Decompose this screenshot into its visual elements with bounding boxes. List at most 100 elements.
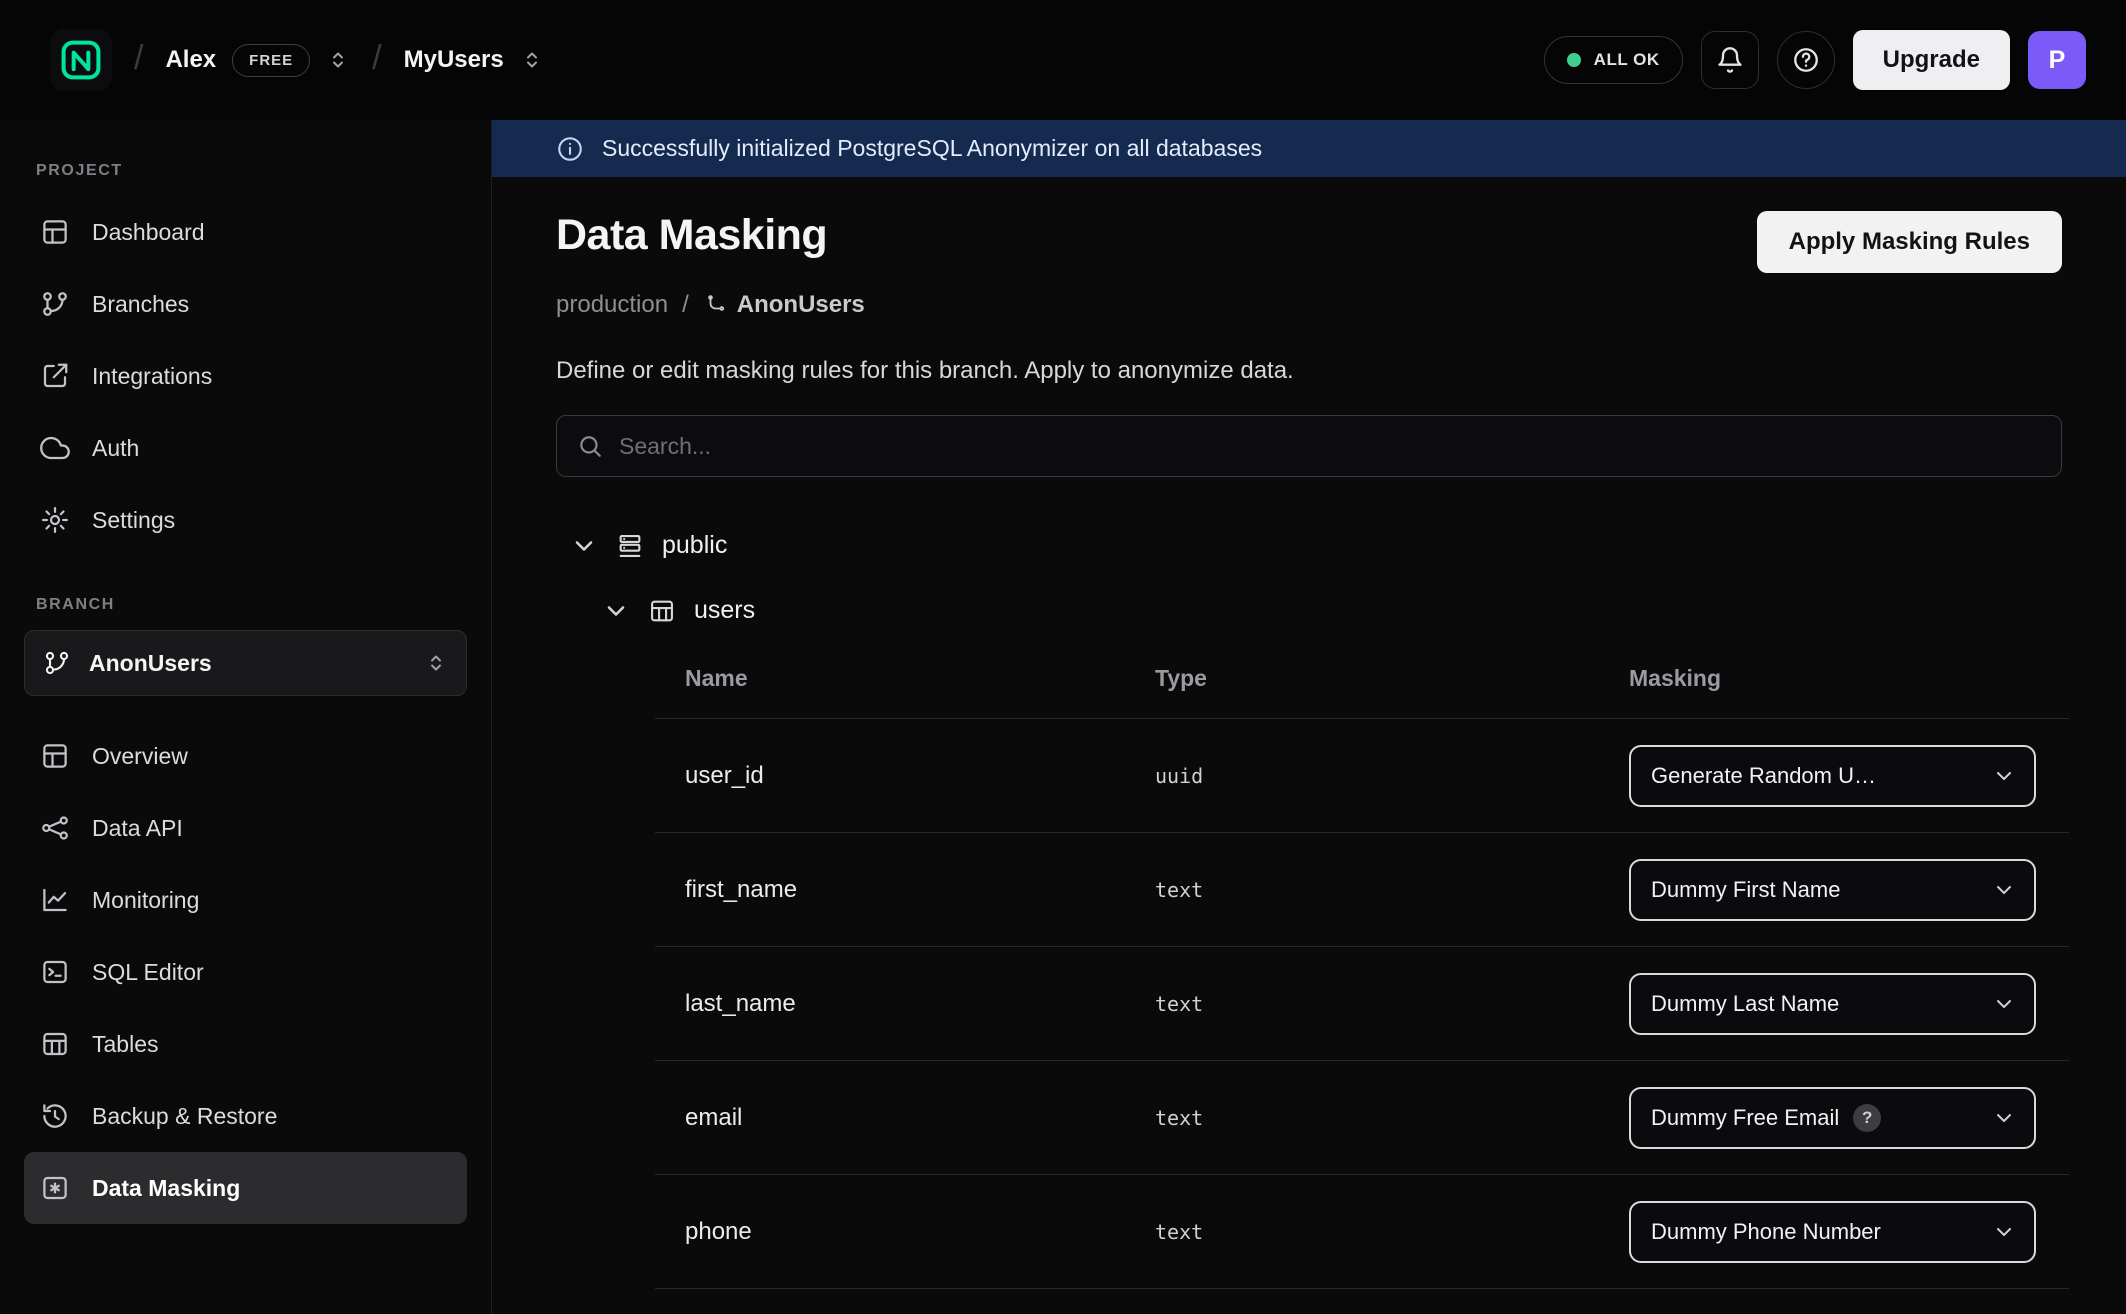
sidebar-item-sql-editor[interactable]: SQL Editor <box>24 936 467 1008</box>
table-row: last_name text Dummy Last Name <box>655 947 2069 1061</box>
app-body: PROJECT Dashboard Branches Integrations … <box>0 120 2126 1314</box>
sidebar-item-label: Data API <box>92 815 183 842</box>
breadcrumb-branch-label: AnonUsers <box>737 291 865 319</box>
search-input[interactable] <box>619 433 2041 460</box>
sidebar-item-label: Monitoring <box>92 887 199 914</box>
chevron-down-icon <box>1992 1106 2016 1130</box>
sidebar: PROJECT Dashboard Branches Integrations … <box>0 120 492 1314</box>
status-pill[interactable]: ALL OK <box>1544 36 1683 84</box>
dashboard-icon <box>40 217 70 247</box>
column-name: first_name <box>685 876 1155 904</box>
neon-logo[interactable] <box>50 29 112 91</box>
masking-rule-value: Dummy First Name <box>1651 877 1840 903</box>
table-name: users <box>694 596 755 625</box>
column-header-name: Name <box>685 665 1155 692</box>
banner-text: Successfully initialized PostgreSQL Anon… <box>602 135 1262 162</box>
column-type: text <box>1155 878 1629 902</box>
masking-rule-select[interactable]: Generate Random U… <box>1629 745 2036 807</box>
sidebar-item-data-masking[interactable]: Data Masking <box>24 1152 467 1224</box>
branch-selector-value: AnonUsers <box>89 650 212 677</box>
chevron-up-down-icon <box>520 48 544 72</box>
tables-icon <box>40 1029 70 1059</box>
chevron-up-down-icon <box>326 48 350 72</box>
branch-icon <box>43 649 71 677</box>
chevron-down-icon <box>1992 992 2016 1016</box>
org-switcher[interactable]: Alex FREE <box>165 44 350 77</box>
project-name: MyUsers <box>404 46 504 74</box>
schema-node-public[interactable]: public <box>556 531 2062 560</box>
sidebar-item-label: Dashboard <box>92 219 205 246</box>
sidebar-item-label: Settings <box>92 507 175 534</box>
column-name: user_id <box>685 762 1155 790</box>
main-content: Successfully initialized PostgreSQL Anon… <box>492 120 2126 1314</box>
chevron-down-icon[interactable] <box>570 532 598 560</box>
table-node-users[interactable]: users <box>556 596 2062 625</box>
search-box <box>556 415 2062 477</box>
schema-icon <box>616 532 644 560</box>
branches-icon <box>40 289 70 319</box>
avatar[interactable]: P <box>2028 31 2086 89</box>
sidebar-item-integrations[interactable]: Integrations <box>24 340 467 412</box>
settings-icon <box>40 505 70 535</box>
sidebar-item-data-api[interactable]: Data API <box>24 792 467 864</box>
chevron-down-icon <box>1992 878 2016 902</box>
table-icon <box>648 597 676 625</box>
auth-icon <box>40 433 70 463</box>
chevron-down-icon[interactable] <box>602 597 630 625</box>
column-type: text <box>1155 1106 1629 1130</box>
bell-icon <box>1716 46 1744 74</box>
page-title: Data Masking <box>556 211 827 260</box>
project-switcher[interactable]: MyUsers <box>404 46 544 74</box>
masking-rule-select[interactable]: Dummy Phone Number <box>1629 1201 2036 1263</box>
sidebar-item-backup-restore[interactable]: Backup & Restore <box>24 1080 467 1152</box>
masking-rule-select[interactable]: Dummy First Name <box>1629 859 2036 921</box>
table-row: email text Dummy Free Email ? <box>655 1061 2069 1175</box>
neon-logo-icon <box>59 38 103 82</box>
divider: / <box>372 39 381 78</box>
org-name: Alex <box>165 46 216 74</box>
chevron-down-icon <box>1992 1220 2016 1244</box>
data-api-icon <box>40 813 70 843</box>
sidebar-item-label: Branches <box>92 291 189 318</box>
column-type: text <box>1155 992 1629 1016</box>
chevron-down-icon <box>1992 764 2016 788</box>
column-type: uuid <box>1155 764 1629 788</box>
notifications-button[interactable] <box>1701 31 1759 89</box>
help-button[interactable] <box>1777 31 1835 89</box>
sidebar-item-overview[interactable]: Overview <box>24 720 467 792</box>
plan-badge: FREE <box>232 44 310 77</box>
apply-masking-rules-button[interactable]: Apply Masking Rules <box>1757 211 2062 273</box>
sidebar-item-branches[interactable]: Branches <box>24 268 467 340</box>
search-icon <box>577 433 603 459</box>
masking-rule-value: Dummy Last Name <box>1651 991 1839 1017</box>
sidebar-item-label: Auth <box>92 435 139 462</box>
info-icon <box>556 135 584 163</box>
sidebar-item-auth[interactable]: Auth <box>24 412 467 484</box>
column-type: text <box>1155 1220 1629 1244</box>
branch-selector[interactable]: AnonUsers <box>24 630 467 696</box>
table-row: phone text Dummy Phone Number <box>655 1175 2069 1289</box>
schema-tree: public users Name Type Masking <box>556 531 2062 1289</box>
data-masking-icon <box>40 1173 70 1203</box>
column-name: last_name <box>685 990 1155 1018</box>
masking-rule-select[interactable]: Dummy Last Name <box>1629 973 2036 1035</box>
column-name: email <box>685 1104 1155 1132</box>
project-section-label: PROJECT <box>36 162 455 180</box>
status-label: ALL OK <box>1594 50 1660 70</box>
table-row: first_name text Dummy First Name <box>655 833 2069 947</box>
breadcrumb-branch[interactable]: AnonUsers <box>703 291 865 319</box>
breadcrumb-parent[interactable]: production <box>556 291 668 319</box>
sidebar-item-settings[interactable]: Settings <box>24 484 467 556</box>
table-row: user_id uuid Generate Random U… <box>655 719 2069 833</box>
masking-rule-select[interactable]: Dummy Free Email ? <box>1629 1087 2036 1149</box>
sidebar-item-monitoring[interactable]: Monitoring <box>24 864 467 936</box>
upgrade-button[interactable]: Upgrade <box>1853 30 2010 90</box>
sidebar-item-tables[interactable]: Tables <box>24 1008 467 1080</box>
breadcrumb-separator: / <box>682 291 689 319</box>
page-description: Define or edit masking rules for this br… <box>556 357 2062 385</box>
sidebar-item-dashboard[interactable]: Dashboard <box>24 196 467 268</box>
schema-name: public <box>662 531 727 560</box>
sidebar-item-label: Overview <box>92 743 188 770</box>
masking-table: Name Type Masking user_id uuid Generate … <box>655 655 2069 1289</box>
rule-help-icon[interactable]: ? <box>1853 1104 1881 1132</box>
